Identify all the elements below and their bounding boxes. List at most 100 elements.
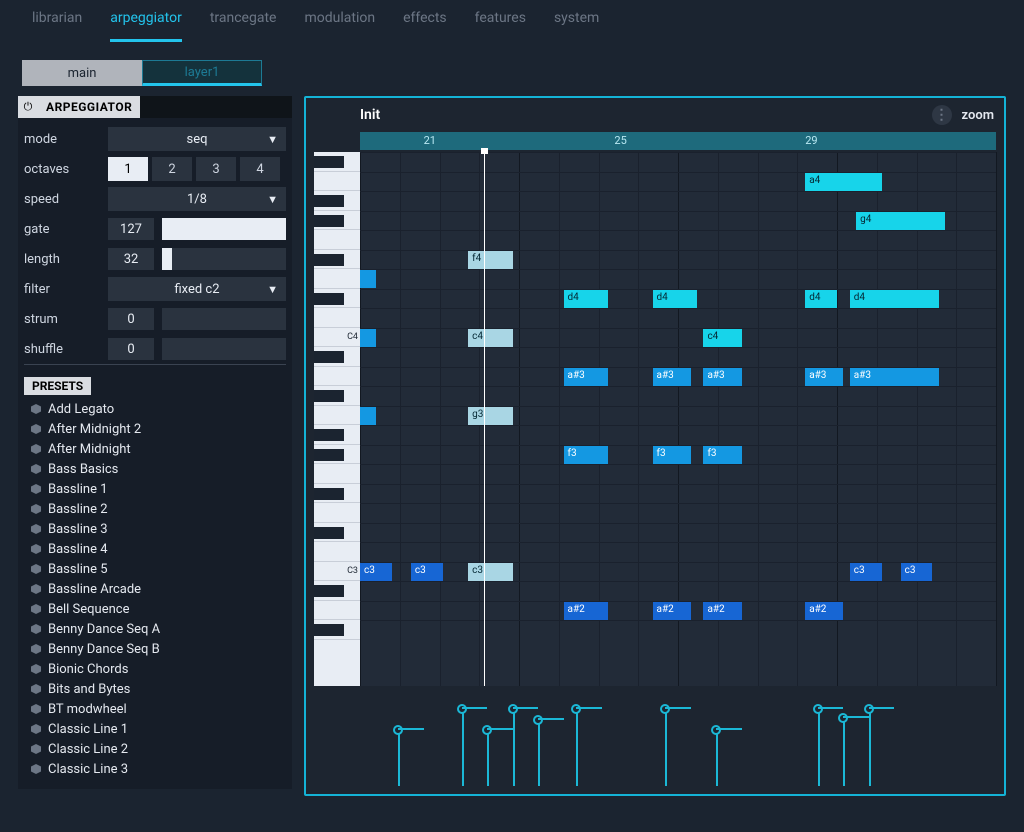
velocity-handle[interactable] — [457, 704, 467, 714]
note[interactable]: f3 — [703, 446, 741, 464]
note[interactable]: d4 — [653, 290, 698, 308]
note-grid[interactable]: a4g4f4d4d4d4d4c4c4a#3a#3a#3a#3a#3g3f3f3f… — [360, 152, 996, 686]
note[interactable]: d4 — [564, 290, 609, 308]
velocity-handle[interactable] — [482, 725, 492, 735]
note[interactable]: c4 — [468, 329, 513, 347]
strum-slider[interactable] — [162, 308, 286, 330]
nav-arpeggiator[interactable]: arpeggiator — [110, 10, 182, 42]
velocity-stem[interactable] — [818, 709, 820, 786]
preset-item[interactable]: Bell Sequence — [30, 599, 286, 619]
piano-roll-keys[interactable]: C4C3 — [314, 152, 360, 686]
preset-item[interactable]: Classic Line 1 — [30, 719, 286, 739]
velocity-handle[interactable] — [508, 704, 518, 714]
note[interactable]: a#3 — [850, 368, 939, 386]
octave-2[interactable]: 2 — [152, 157, 192, 181]
note[interactable]: g3 — [468, 407, 513, 425]
preset-item[interactable]: Bassline 4 — [30, 539, 286, 559]
note[interactable]: c3 — [411, 563, 443, 581]
velocity-handle[interactable] — [838, 713, 848, 723]
note[interactable]: c3 — [360, 563, 392, 581]
note[interactable]: f3 — [564, 446, 609, 464]
velocity-lane[interactable] — [360, 692, 996, 786]
note[interactable]: a#3 — [703, 368, 741, 386]
velocity-handle[interactable] — [393, 725, 403, 735]
gate-slider[interactable] — [162, 218, 286, 240]
preset-item[interactable]: Bassline 5 — [30, 559, 286, 579]
note[interactable] — [360, 329, 376, 347]
preset-item[interactable]: After Midnight — [30, 439, 286, 459]
subtab-layer1[interactable]: layer1 — [142, 60, 262, 86]
velocity-stem[interactable] — [462, 709, 464, 786]
length-slider[interactable] — [162, 248, 286, 270]
nav-trancegate[interactable]: trancegate — [210, 10, 277, 42]
nav-features[interactable]: features — [475, 10, 526, 42]
shuffle-slider[interactable] — [162, 338, 286, 360]
note[interactable]: c4 — [703, 329, 741, 347]
preset-item[interactable]: Bassline 2 — [30, 499, 286, 519]
note[interactable]: a4 — [805, 173, 881, 191]
note[interactable]: c3 — [468, 563, 513, 581]
preset-item[interactable]: Classic Line 2 — [30, 739, 286, 759]
velocity-stem[interactable] — [843, 718, 845, 786]
preset-item[interactable]: Benny Dance Seq B — [30, 639, 286, 659]
velocity-handle[interactable] — [711, 725, 721, 735]
strum-value[interactable]: 0 — [108, 308, 154, 330]
velocity-stem[interactable] — [538, 720, 540, 786]
note[interactable]: a#3 — [564, 368, 609, 386]
nav-librarian[interactable]: librarian — [32, 10, 82, 42]
note[interactable]: d4 — [805, 290, 837, 308]
velocity-stem[interactable] — [716, 730, 718, 786]
velocity-stem[interactable] — [398, 730, 400, 786]
octave-1[interactable]: 1 — [108, 157, 148, 181]
preset-item[interactable]: Bionic Chords — [30, 659, 286, 679]
shuffle-value[interactable]: 0 — [108, 338, 154, 360]
velocity-handle[interactable] — [813, 704, 823, 714]
preset-item[interactable]: Classic Line 3 — [30, 759, 286, 779]
nav-effects[interactable]: effects — [403, 10, 447, 42]
velocity-stem[interactable] — [869, 709, 871, 786]
preset-item[interactable]: Bass Basics — [30, 459, 286, 479]
power-icon[interactable]: ⏻ — [18, 96, 38, 118]
preset-item[interactable]: Bits and Bytes — [30, 679, 286, 699]
note[interactable]: c3 — [901, 563, 933, 581]
filter-select[interactable]: fixed c2▼ — [108, 277, 286, 301]
note[interactable]: a#3 — [653, 368, 691, 386]
nav-modulation[interactable]: modulation — [304, 10, 375, 42]
gate-value[interactable]: 127 — [108, 218, 154, 240]
octave-3[interactable]: 3 — [196, 157, 236, 181]
velocity-handle[interactable] — [571, 704, 581, 714]
preset-item[interactable]: Add Legato — [30, 399, 286, 419]
zoom-button[interactable]: zoom — [962, 108, 994, 123]
note[interactable]: a#2 — [653, 602, 691, 620]
note[interactable]: d4 — [850, 290, 939, 308]
note[interactable]: a#2 — [703, 602, 741, 620]
preset-item[interactable]: After Midnight 2 — [30, 419, 286, 439]
note[interactable]: f4 — [468, 251, 513, 269]
subtab-main[interactable]: main — [22, 60, 142, 86]
preset-item[interactable]: Bassline Arcade — [30, 579, 286, 599]
velocity-stem[interactable] — [576, 709, 578, 786]
octave-4[interactable]: 4 — [240, 157, 280, 181]
velocity-handle[interactable] — [864, 704, 874, 714]
velocity-stem[interactable] — [487, 730, 489, 786]
timeline-ruler[interactable]: 212529 — [360, 132, 996, 150]
mode-select[interactable]: seq▼ — [108, 127, 286, 151]
preset-item[interactable]: Benny Dance Seq A — [30, 619, 286, 639]
presets-list[interactable]: Add LegatoAfter Midnight 2After Midnight… — [24, 399, 286, 779]
note[interactable]: c3 — [850, 563, 882, 581]
preset-item[interactable]: BT modwheel — [30, 699, 286, 719]
velocity-handle[interactable] — [533, 715, 543, 725]
nav-system[interactable]: system — [554, 10, 599, 42]
velocity-stem[interactable] — [665, 709, 667, 786]
note[interactable]: f3 — [653, 446, 691, 464]
note[interactable] — [360, 270, 376, 288]
length-value[interactable]: 32 — [108, 248, 154, 270]
velocity-handle[interactable] — [660, 704, 670, 714]
note[interactable]: a#3 — [805, 368, 843, 386]
note[interactable]: a#2 — [564, 602, 609, 620]
speed-select[interactable]: 1/8▼ — [108, 187, 286, 211]
note[interactable]: a#2 — [805, 602, 843, 620]
preset-item[interactable]: Bassline 3 — [30, 519, 286, 539]
velocity-stem[interactable] — [513, 709, 515, 786]
note[interactable] — [360, 407, 376, 425]
